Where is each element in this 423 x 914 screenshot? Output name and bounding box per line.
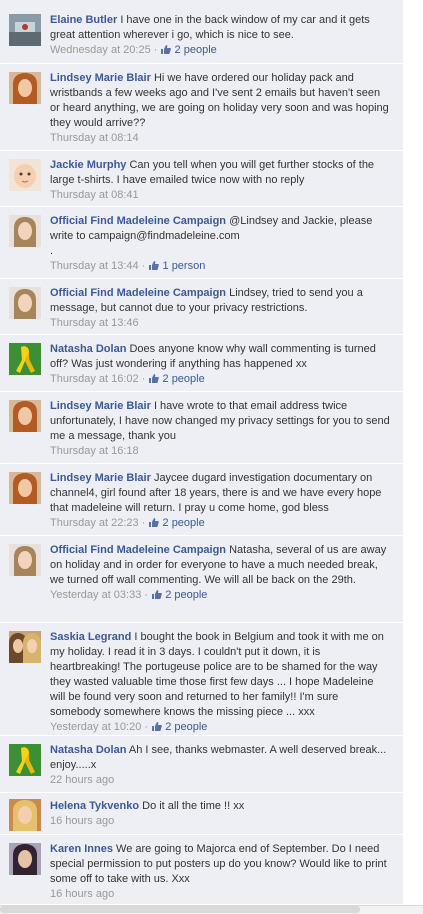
comment-author[interactable]: Saskia Legrand bbox=[50, 631, 131, 643]
comment-author[interactable]: Official Find Madeleine Campaign bbox=[50, 287, 226, 299]
like-thumb-icon bbox=[148, 517, 160, 533]
comment-timestamp[interactable]: Thursday at 08:41 bbox=[50, 189, 139, 201]
comment-author[interactable]: Lindsey Marie Blair bbox=[50, 400, 151, 412]
comment-item: Official Find Madeleine Campaign @Lindse… bbox=[0, 207, 403, 279]
avatar[interactable] bbox=[9, 287, 41, 319]
avatar[interactable] bbox=[9, 14, 41, 46]
avatar[interactable] bbox=[9, 744, 41, 776]
comment-item: Natasha Dolan Ah I see, thanks webmaster… bbox=[0, 736, 403, 793]
comment-timestamp[interactable]: 16 hours ago bbox=[50, 815, 114, 827]
avatar[interactable] bbox=[9, 631, 41, 663]
comment-author[interactable]: Official Find Madeleine Campaign bbox=[50, 215, 226, 227]
comment-item: Natasha Dolan Does anyone know why wall … bbox=[0, 335, 403, 392]
comment-item: Elaine Butler I have one in the back win… bbox=[0, 0, 403, 64]
likes-count-link[interactable]: 1 person bbox=[163, 260, 206, 272]
comment-timestamp[interactable]: 22 hours ago bbox=[50, 774, 114, 786]
like-thumb-icon bbox=[151, 589, 162, 605]
avatar[interactable] bbox=[9, 343, 41, 375]
comment-item: Lindsey Marie Blair Jaycee dugard invest… bbox=[0, 464, 403, 536]
likes-count-link[interactable]: 2 people bbox=[175, 44, 217, 56]
comment-item: Lindsey Marie Blair I have wrote to that… bbox=[0, 392, 403, 464]
comment-timestamp[interactable]: Thursday at 16:18 bbox=[50, 445, 139, 457]
comment-timestamp[interactable]: 16 hours ago bbox=[50, 888, 114, 900]
comment-text: I bought the book in Belgium and took it… bbox=[50, 631, 384, 718]
like-thumb-icon bbox=[148, 373, 160, 389]
avatar[interactable] bbox=[9, 472, 41, 504]
vertical-scroll-area bbox=[403, 0, 423, 913]
comment-timestamp[interactable]: Thursday at 08:14 bbox=[50, 132, 139, 144]
comment-timestamp[interactable]: Wednesday at 20:25 bbox=[50, 44, 151, 56]
avatar[interactable] bbox=[9, 843, 41, 875]
comment-timestamp[interactable]: Thursday at 16:02 bbox=[50, 373, 139, 385]
comment-author[interactable]: Lindsey Marie Blair bbox=[50, 72, 151, 84]
comment-timestamp[interactable]: Thursday at 22:23 bbox=[50, 517, 139, 529]
comment-timestamp[interactable]: Yesterday at 10:20 bbox=[50, 721, 141, 733]
comment-author[interactable]: Elaine Butler bbox=[50, 14, 117, 26]
likes-count-link[interactable]: 2 people bbox=[165, 721, 207, 733]
likes-count-link[interactable]: 2 people bbox=[163, 517, 205, 529]
comment-author[interactable]: Official Find Madeleine Campaign bbox=[50, 544, 226, 556]
comment-text: Do it all the time !! xx bbox=[142, 800, 245, 812]
likes-count-link[interactable]: 2 people bbox=[163, 373, 205, 385]
comment-item: Jackie Murphy Can you tell when you will… bbox=[0, 151, 403, 207]
comment-item: Official Find Madeleine Campaign Natasha… bbox=[0, 536, 403, 623]
comment-item: Saskia Legrand I bought the book in Belg… bbox=[0, 623, 403, 736]
avatar[interactable] bbox=[9, 400, 41, 432]
comment-author[interactable]: Helena Tykvenko bbox=[50, 800, 139, 812]
likes-count-link[interactable]: 2 people bbox=[165, 589, 207, 601]
like-thumb-icon bbox=[151, 721, 162, 737]
comment-timestamp[interactable]: Thursday at 13:46 bbox=[50, 317, 139, 329]
comment-timestamp[interactable]: Thursday at 13:44 bbox=[50, 260, 139, 272]
like-thumb-icon bbox=[148, 260, 160, 276]
comment-author[interactable]: Jackie Murphy bbox=[50, 159, 126, 171]
like-thumb-icon bbox=[160, 44, 172, 60]
avatar[interactable] bbox=[9, 799, 41, 831]
comment-item: Official Find Madeleine Campaign Lindsey… bbox=[0, 279, 403, 335]
comment-author[interactable]: Natasha Dolan bbox=[50, 744, 126, 756]
avatar[interactable] bbox=[9, 72, 41, 104]
comment-item: Lindsey Marie Blair Hi we have ordered o… bbox=[0, 64, 403, 151]
comment-item: Helena Tykvenko Do it all the time !! xx… bbox=[0, 793, 403, 835]
comment-author[interactable]: Lindsey Marie Blair bbox=[50, 472, 151, 484]
comment-author[interactable]: Natasha Dolan bbox=[50, 343, 126, 355]
avatar[interactable] bbox=[9, 544, 41, 576]
comment-item: Karen Innes We are going to Majorca end … bbox=[0, 835, 403, 905]
comment-timestamp[interactable]: Yesterday at 03:33 bbox=[50, 589, 141, 601]
horizontal-scrollbar-thumb[interactable] bbox=[0, 906, 360, 913]
avatar[interactable] bbox=[9, 159, 41, 191]
comment-author[interactable]: Karen Innes bbox=[50, 843, 113, 855]
avatar[interactable] bbox=[9, 215, 41, 247]
